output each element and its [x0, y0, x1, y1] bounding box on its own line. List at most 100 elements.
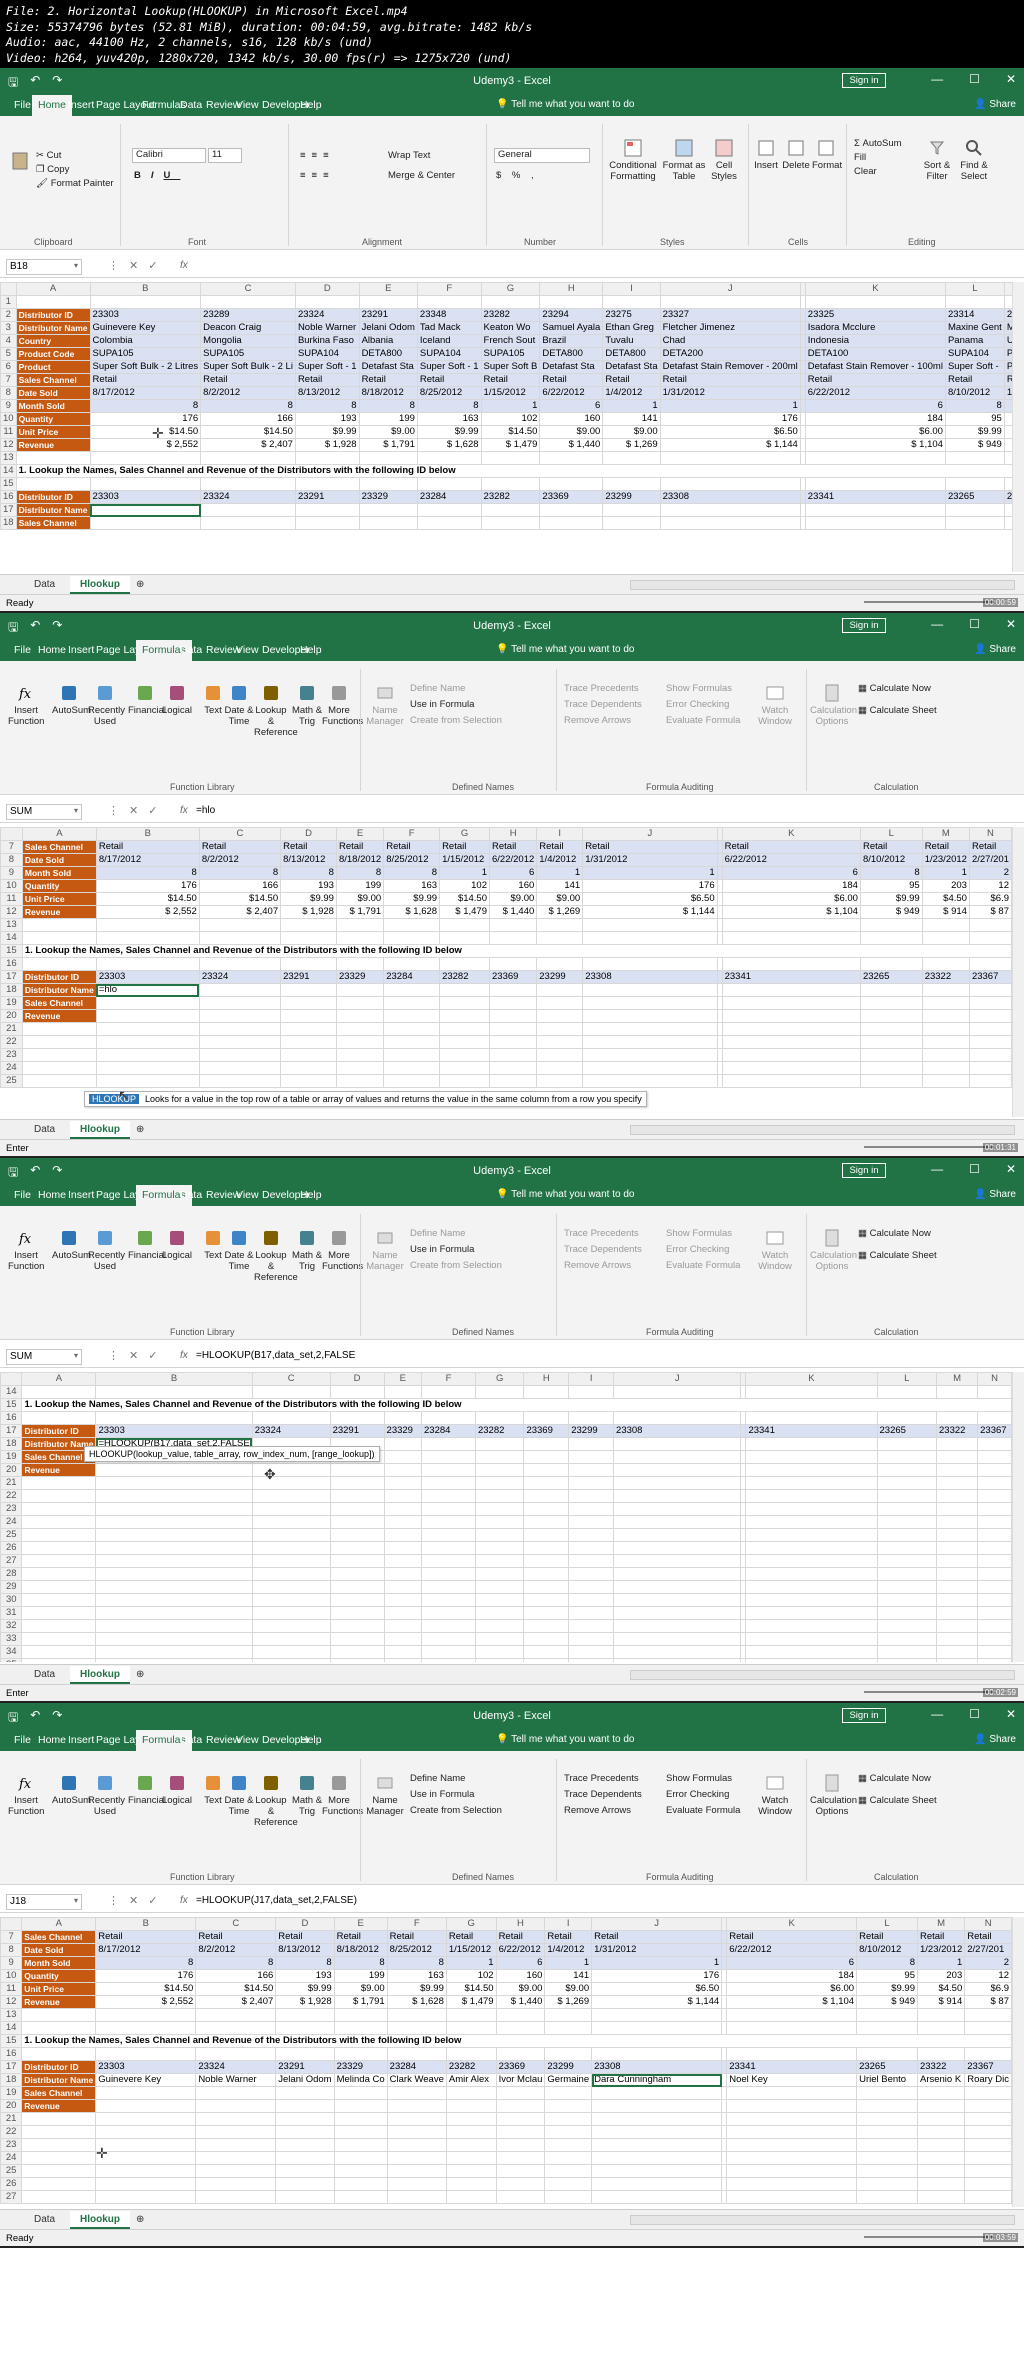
cell[interactable]: 193: [280, 879, 337, 893]
cell[interactable]: [335, 1048, 385, 1062]
cell[interactable]: [474, 1658, 525, 1662]
cell[interactable]: 176: [89, 412, 202, 426]
cell[interactable]: Retail: [294, 373, 360, 387]
cell[interactable]: [333, 2008, 388, 2022]
cell[interactable]: [523, 1541, 570, 1555]
cell[interactable]: [536, 957, 584, 971]
name-manager-button[interactable]: Name Manager: [366, 683, 404, 727]
cell[interactable]: [474, 1593, 525, 1607]
cell[interactable]: 23369: [539, 490, 604, 504]
cell[interactable]: Super Soft B: [480, 360, 541, 374]
cell[interactable]: [294, 477, 360, 491]
cell[interactable]: [745, 1632, 878, 1646]
cell[interactable]: [251, 1593, 331, 1607]
function-library-button[interactable]: Lookup & Reference: [254, 1228, 298, 1283]
row-header[interactable]: 30: [0, 1593, 23, 1607]
cell[interactable]: [745, 1580, 878, 1594]
calculate-now-button[interactable]: ▦ Calculate Now: [858, 1228, 931, 1239]
cell[interactable]: [544, 2112, 593, 2126]
minimize-icon[interactable]: —: [931, 72, 943, 86]
cell[interactable]: [726, 2112, 858, 2126]
cell[interactable]: [421, 1645, 476, 1659]
cell[interactable]: [544, 2151, 593, 2165]
cell[interactable]: 23282: [480, 308, 541, 322]
cell[interactable]: Germaine: [544, 2073, 593, 2087]
select-all-corner[interactable]: [0, 1917, 23, 1931]
cell[interactable]: Super Soft - 1: [416, 360, 482, 374]
cell[interactable]: [856, 2112, 918, 2126]
cell[interactable]: 199: [358, 412, 418, 426]
row-header[interactable]: 32: [0, 1619, 23, 1633]
cell[interactable]: Detafast Stain Remover - 100ml: [804, 360, 946, 374]
cell[interactable]: [195, 2112, 277, 2126]
cell[interactable]: [544, 2125, 593, 2139]
row-label[interactable]: Month Sold: [21, 866, 97, 880]
cell[interactable]: Retail: [275, 1930, 335, 1944]
row-header[interactable]: 11: [0, 892, 23, 906]
cell[interactable]: [21, 2190, 97, 2204]
row-header[interactable]: 21: [0, 1476, 23, 1490]
cell[interactable]: 2/27/201: [968, 853, 1012, 867]
cell[interactable]: [964, 2008, 1012, 2022]
cell[interactable]: [523, 1567, 570, 1581]
cell[interactable]: Retail: [856, 1930, 918, 1944]
cell[interactable]: Retail: [964, 1930, 1012, 1944]
cell[interactable]: [21, 1658, 97, 1662]
cell[interactable]: [876, 1658, 938, 1662]
cell[interactable]: [721, 1061, 861, 1075]
cell[interactable]: 176: [95, 879, 200, 893]
row-label[interactable]: Unit Price: [21, 892, 97, 906]
vertical-scrollbar[interactable]: [1012, 1372, 1024, 1662]
remove-arrows-button[interactable]: Remove Arrows: [564, 1260, 631, 1271]
name-manager-button[interactable]: Name Manager: [366, 1228, 404, 1272]
cell[interactable]: [613, 1541, 742, 1555]
cell[interactable]: 8/18/2012: [333, 1943, 388, 1957]
cell[interactable]: Retail: [195, 1930, 277, 1944]
cell[interactable]: [721, 983, 861, 997]
row-label[interactable]: Revenue: [21, 2099, 97, 2113]
column-header[interactable]: A: [21, 827, 97, 841]
cell[interactable]: [383, 1554, 423, 1568]
cell[interactable]: 23308: [591, 2060, 723, 2074]
cell[interactable]: [329, 1619, 385, 1633]
column-header[interactable]: K: [745, 1372, 878, 1386]
cell[interactable]: Keaton Wo: [480, 321, 541, 335]
cell[interactable]: [21, 1580, 97, 1594]
cell[interactable]: [745, 1528, 878, 1542]
cell[interactable]: [544, 2021, 593, 2035]
cell[interactable]: 23303: [95, 2060, 197, 2074]
cell[interactable]: [726, 2177, 858, 2191]
show-formulas-button[interactable]: Show Formulas: [666, 683, 732, 694]
cell[interactable]: 23265: [859, 970, 923, 984]
cell[interactable]: [539, 503, 604, 517]
cell[interactable]: 8/25/2012: [386, 1943, 447, 1957]
cell[interactable]: Chad: [659, 334, 801, 348]
cell[interactable]: 95: [859, 879, 923, 893]
cell[interactable]: [329, 1541, 385, 1555]
cell[interactable]: [21, 1632, 97, 1646]
cut-button[interactable]: ✂ Cut: [36, 150, 61, 161]
cell[interactable]: Amir Alex: [445, 2073, 497, 2087]
function-library-button[interactable]: Lookup & Reference: [254, 1773, 298, 1828]
cell[interactable]: [198, 1009, 282, 1023]
cell[interactable]: 8/10/2012: [856, 1943, 918, 1957]
cell[interactable]: [977, 1658, 1012, 1662]
cell[interactable]: [523, 1476, 570, 1490]
cell[interactable]: 23282: [480, 490, 541, 504]
cell[interactable]: Retail: [95, 1930, 197, 1944]
cell[interactable]: [333, 2047, 388, 2061]
cell[interactable]: [474, 1619, 525, 1633]
cell[interactable]: [568, 1645, 615, 1659]
cell[interactable]: [488, 996, 538, 1010]
cell[interactable]: 12: [964, 1969, 1012, 1983]
cell[interactable]: [859, 957, 923, 971]
cell[interactable]: 166: [198, 879, 282, 893]
cell[interactable]: [251, 1528, 331, 1542]
cell[interactable]: [977, 1567, 1012, 1581]
cell[interactable]: [95, 1541, 253, 1555]
cell[interactable]: [21, 2151, 97, 2165]
cell[interactable]: [21, 1502, 97, 1516]
cell[interactable]: [251, 1515, 331, 1529]
cell[interactable]: [968, 1074, 1012, 1088]
sheet-tab-hlookup[interactable]: Hlookup: [70, 2211, 130, 2229]
